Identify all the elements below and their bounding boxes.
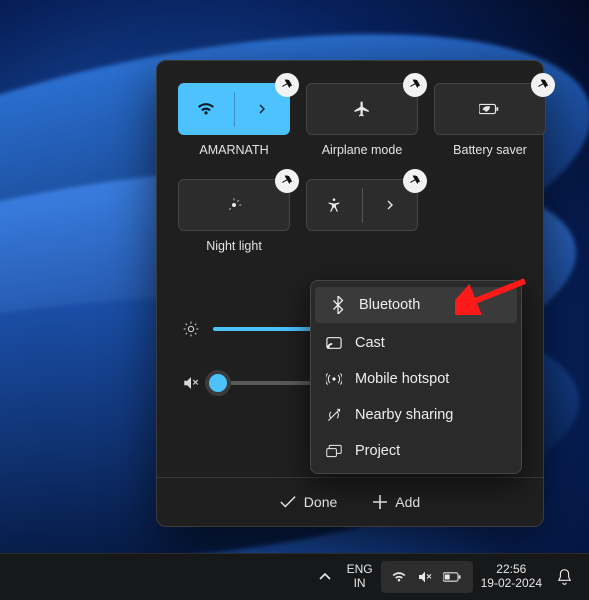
tray-overflow[interactable] <box>311 554 339 600</box>
tile-accessibility <box>307 179 417 253</box>
airplane-toggle[interactable] <box>306 83 418 135</box>
hotspot-icon <box>325 371 343 387</box>
add-button[interactable]: Add <box>373 494 420 510</box>
menu-label: Mobile hotspot <box>355 371 449 387</box>
battery-saver-toggle[interactable] <box>434 83 546 135</box>
battery-leaf-icon <box>479 102 501 116</box>
project-icon <box>325 444 343 458</box>
brightness-icon <box>179 321 203 337</box>
wifi-toggle[interactable] <box>178 83 290 135</box>
menu-item-project[interactable]: Project <box>311 433 521 469</box>
cast-icon <box>325 336 343 350</box>
system-tray[interactable] <box>381 561 473 593</box>
menu-label: Nearby sharing <box>355 407 453 423</box>
airplane-icon <box>353 100 371 118</box>
tile-battery-saver: Battery saver <box>435 83 545 157</box>
date-text: 19-02-2024 <box>481 577 542 591</box>
menu-item-bluetooth[interactable]: Bluetooth <box>315 287 517 323</box>
done-button[interactable]: Done <box>280 494 337 510</box>
menu-label: Cast <box>355 335 385 351</box>
menu-item-nearby[interactable]: Nearby sharing <box>311 397 521 433</box>
tile-label: AMARNATH <box>199 143 268 157</box>
lang-line2: IN <box>354 577 366 591</box>
add-tile-menu: Bluetooth Cast Mobile hotspot Nearby sha… <box>310 280 522 474</box>
tile-label: Airplane mode <box>322 143 403 157</box>
battery-tray-icon <box>443 571 463 583</box>
nearby-icon <box>325 407 343 423</box>
menu-item-cast[interactable]: Cast <box>311 325 521 361</box>
bluetooth-icon <box>329 296 347 314</box>
taskbar: ENG IN 22:56 19-02-2024 <box>0 553 589 600</box>
menu-label: Bluetooth <box>359 297 420 313</box>
tile-night-light: Night light <box>179 179 289 253</box>
night-light-toggle[interactable] <box>178 179 290 231</box>
volume-muted-icon <box>179 375 203 391</box>
tile-label: Battery saver <box>453 143 527 157</box>
tile-wifi: AMARNATH <box>179 83 289 157</box>
accessibility-icon <box>307 180 362 230</box>
clock[interactable]: 22:56 19-02-2024 <box>473 554 550 600</box>
lang-line1: ENG <box>347 563 373 577</box>
quick-tiles-grid: AMARNATH Airplane mode Battery saver <box>157 61 543 253</box>
night-icon <box>226 197 242 213</box>
menu-label: Project <box>355 443 400 459</box>
language-switcher[interactable]: ENG IN <box>339 554 381 600</box>
wifi-icon <box>179 84 234 134</box>
menu-item-hotspot[interactable]: Mobile hotspot <box>311 361 521 397</box>
accessibility-toggle[interactable] <box>306 179 418 231</box>
notifications-button[interactable] <box>550 554 579 600</box>
tile-label: Night light <box>206 239 262 253</box>
volume-tray-icon <box>417 570 433 584</box>
tile-airplane: Airplane mode <box>307 83 417 157</box>
wifi-tray-icon <box>391 571 407 583</box>
panel-footer: Done Add <box>157 477 543 526</box>
add-label: Add <box>395 494 420 510</box>
time-text: 22:56 <box>496 563 526 577</box>
done-label: Done <box>304 494 337 510</box>
